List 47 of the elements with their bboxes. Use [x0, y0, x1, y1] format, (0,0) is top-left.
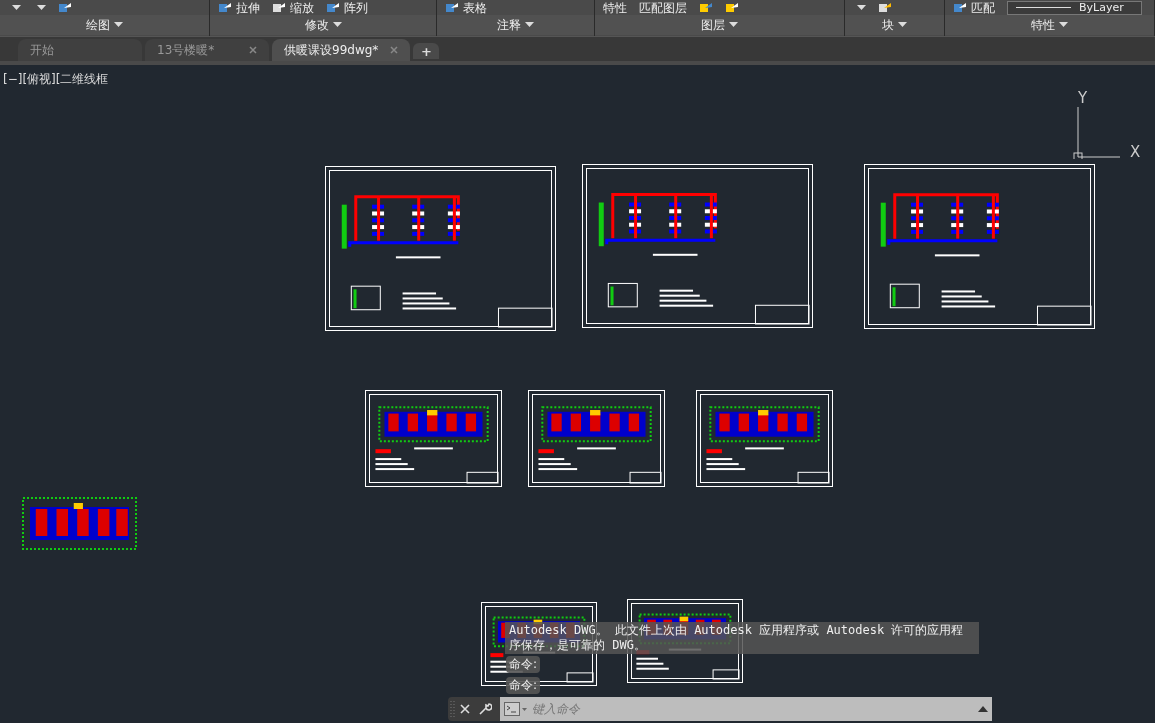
panel-title-button[interactable]: 块 — [845, 15, 944, 35]
caret-icon — [332, 22, 342, 28]
command-input-field[interactable]: 键入命令 — [500, 697, 992, 721]
linetype-dropdown[interactable]: ByLayer — [1007, 0, 1142, 15]
file-tab[interactable]: 供暖课设99dwg* — [272, 39, 411, 61]
tool-icon[interactable] — [725, 1, 739, 14]
command-prompt: 命令: — [506, 677, 541, 694]
panel-title-button[interactable]: 注释 — [437, 15, 594, 35]
caret-icon — [12, 4, 21, 11]
file-tab[interactable]: 开始 — [18, 39, 142, 61]
ucs-axis-icon — [1073, 107, 1123, 159]
caret-icon — [729, 22, 738, 28]
tool-icon[interactable] — [272, 1, 286, 14]
ribbon-tool-button[interactable]: 匹配 — [953, 1, 995, 14]
tool-icon[interactable] — [445, 1, 459, 14]
ribbon-tool-button[interactable]: 拉伸 — [218, 1, 260, 14]
caret-icon — [525, 22, 534, 28]
caret-up-icon[interactable] — [978, 706, 988, 712]
panel-title-button[interactable]: 修改 — [210, 15, 436, 35]
x-axis-label: X — [1130, 142, 1141, 163]
tool-icon[interactable] — [218, 1, 232, 14]
command-prompt-icon[interactable] — [504, 702, 528, 716]
command-prompt: 命令: — [506, 656, 541, 673]
tool-icon[interactable] — [878, 1, 892, 14]
caret-icon — [37, 4, 46, 11]
ribbon-tool-button[interactable]: 特性 — [603, 1, 627, 14]
panel-title-button[interactable]: 图层 — [595, 15, 844, 35]
caret-icon — [898, 22, 907, 28]
caret-icon — [857, 4, 866, 11]
y-axis-label: Y — [1078, 88, 1088, 109]
tool-icon[interactable] — [953, 1, 967, 14]
ribbon-tool-button[interactable]: 表格 — [445, 1, 487, 14]
ribbon-tool-button[interactable]: 缩放 — [272, 1, 314, 14]
new-tab-button[interactable]: + — [413, 43, 440, 59]
viewport-label[interactable]: [−][俯视][二维线框 — [3, 70, 109, 88]
command-message: Autodesk DWG。 此文件上次由 Autodesk 应用程序或 Autodesk 许可的应用程序保存，是可靠的 DWG。 — [509, 623, 965, 653]
caret-icon — [1059, 22, 1068, 28]
panel-title-button[interactable]: 特性 — [945, 15, 1154, 35]
tool-icon[interactable] — [58, 1, 72, 14]
panel-title-button[interactable]: 绘图 — [0, 15, 209, 35]
ribbon-tool-button[interactable]: 阵列 — [326, 1, 368, 14]
file-tab[interactable]: 13号楼暖* — [145, 39, 269, 61]
tool-icon[interactable] — [326, 1, 340, 14]
wrench-icon[interactable] — [478, 702, 492, 716]
ribbon-tool-button[interactable]: 匹配图层 — [639, 1, 687, 14]
tool-icon[interactable] — [699, 1, 713, 14]
caret-icon — [114, 22, 123, 28]
